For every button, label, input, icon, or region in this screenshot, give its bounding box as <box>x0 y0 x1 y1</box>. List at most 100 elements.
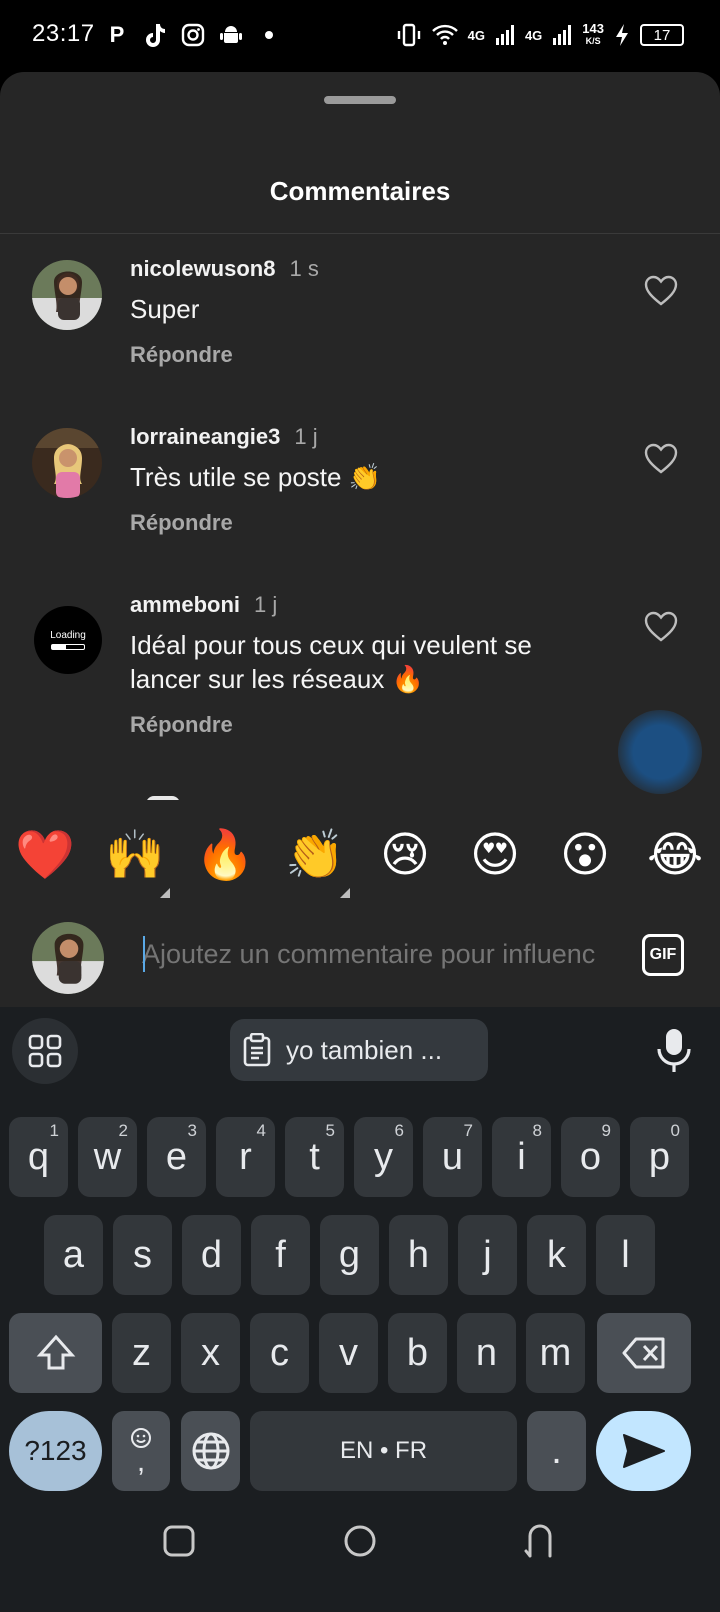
emoji-heart[interactable]: ❤️ <box>15 828 75 884</box>
key-hint: 3 <box>187 1121 197 1140</box>
emoji-raising-hands[interactable]: 🙌 <box>105 828 165 884</box>
key-s[interactable]: s <box>113 1215 172 1295</box>
key-e[interactable]: e3 <box>147 1117 206 1197</box>
keyboard-apps-button[interactable] <box>12 1018 78 1084</box>
back-icon[interactable] <box>524 1522 556 1558</box>
comment-username[interactable]: lorraineangie3 1 j <box>130 424 318 450</box>
key-hint: 0 <box>670 1121 680 1140</box>
emoji-fire[interactable]: 🔥 <box>195 828 255 884</box>
key-m[interactable]: m <box>526 1313 585 1393</box>
charging-icon <box>616 24 628 46</box>
emoji-laughing[interactable]: 😂 <box>645 828 705 884</box>
key-l[interactable]: l <box>596 1215 655 1295</box>
heart-icon[interactable] <box>644 442 678 476</box>
key-y[interactable]: y6 <box>354 1117 413 1197</box>
send-key[interactable] <box>596 1411 691 1491</box>
backspace-icon <box>622 1337 665 1369</box>
key-i[interactable]: i8 <box>492 1117 551 1197</box>
key-h[interactable]: h <box>389 1215 448 1295</box>
signal-icon-1 <box>495 25 514 45</box>
period-key[interactable]: . <box>527 1411 586 1491</box>
key-r[interactable]: r4 <box>216 1117 275 1197</box>
reply-button[interactable]: Répondre <box>130 712 233 738</box>
heart-icon[interactable] <box>644 274 678 308</box>
key-j[interactable]: j <box>458 1215 517 1295</box>
key-c[interactable]: c <box>250 1313 309 1393</box>
comment-username[interactable]: ammeboni 1 j <box>130 592 277 618</box>
space-key[interactable]: EN • FR <box>250 1411 517 1491</box>
key-hint: 1 <box>49 1121 59 1140</box>
key-n[interactable]: n <box>457 1313 516 1393</box>
emoji-crying[interactable]: 😢 <box>375 828 435 884</box>
comment-time: 1 j <box>294 424 318 449</box>
shift-key[interactable] <box>9 1313 102 1393</box>
emoji-variant-indicator <box>160 888 170 898</box>
keyboard-toolbar: yo tambien ... <box>0 1007 720 1091</box>
comment-username[interactable]: nicolewuson8 1 s <box>130 256 319 282</box>
clipboard-icon <box>243 1033 271 1067</box>
comment-item: lorraineangie3 1 j Très utile se poste 👏 … <box>0 420 720 570</box>
globe-icon <box>192 1432 229 1470</box>
reply-button[interactable]: Répondre <box>130 510 233 536</box>
language-key[interactable] <box>181 1411 240 1491</box>
my-avatar <box>32 922 104 994</box>
key-x[interactable]: x <box>181 1313 240 1393</box>
emoji-surprised[interactable]: 😮 <box>555 828 615 884</box>
backspace-key[interactable] <box>597 1313 691 1393</box>
network-label-1: 4G <box>467 27 485 43</box>
key-v[interactable]: v <box>319 1313 378 1393</box>
comment-item: nicolewuson8 1 s Super Répondre <box>0 252 720 402</box>
key-f[interactable]: f <box>251 1215 310 1295</box>
heart-icon[interactable] <box>644 610 678 644</box>
key-g[interactable]: g <box>320 1215 379 1295</box>
home-icon[interactable] <box>343 1524 377 1558</box>
text-caret <box>143 936 145 972</box>
avatar[interactable] <box>32 428 102 498</box>
emoji-bar: ❤️ 🙌 🔥 👏 😢 😍 😮 😂 <box>0 800 720 900</box>
network-speed: 143 K/S <box>582 21 604 46</box>
emoji-clapping[interactable]: 👏 <box>285 828 345 884</box>
reply-button[interactable]: Répondre <box>130 342 233 368</box>
avatar[interactable]: Loading <box>34 606 102 674</box>
key-k[interactable]: k <box>527 1215 586 1295</box>
key-d[interactable]: d <box>182 1215 241 1295</box>
comment-time: 1 s <box>289 256 319 281</box>
gif-button[interactable]: GIF <box>642 934 684 976</box>
battery-indicator: 17 <box>640 24 684 46</box>
key-u[interactable]: u7 <box>423 1117 482 1197</box>
comment-time: 1 j <box>254 592 278 617</box>
send-icon <box>622 1434 665 1468</box>
microphone-icon[interactable] <box>654 1027 694 1073</box>
emoji-variant-indicator <box>340 888 350 898</box>
emoji-heart-eyes[interactable]: 😍 <box>465 828 525 884</box>
comments-sheet: Commentaires nicolewuson8 1 s Super Répon… <box>0 72 720 1007</box>
key-hint: 4 <box>256 1121 266 1140</box>
loading-bar <box>51 644 85 650</box>
key-b[interactable]: b <box>388 1313 447 1393</box>
dot-icon <box>256 22 282 48</box>
clipboard-suggestion[interactable]: yo tambien ... <box>230 1019 488 1081</box>
key-w[interactable]: w2 <box>78 1117 137 1197</box>
comment-text: Idéal pour tous ceux qui veulent se lanc… <box>130 630 532 694</box>
touch-indicator <box>618 710 702 794</box>
status-bar: 23:17 P 4G 4G 143 K/S 17 <box>0 0 720 72</box>
signal-icon-2 <box>553 25 572 45</box>
emoji-comma-key[interactable]: , <box>112 1411 170 1491</box>
key-z[interactable]: z <box>112 1313 171 1393</box>
key-a[interactable]: a <box>44 1215 103 1295</box>
key-q[interactable]: q1 <box>9 1117 68 1197</box>
shift-icon <box>36 1334 75 1370</box>
key-p[interactable]: p0 <box>630 1117 689 1197</box>
divider <box>0 233 720 234</box>
key-t[interactable]: t5 <box>285 1117 344 1197</box>
comment-input[interactable] <box>142 934 610 974</box>
avatar[interactable] <box>32 260 102 330</box>
comment-text: Très utile se poste 👏 <box>130 462 382 492</box>
recents-icon[interactable] <box>163 1525 195 1557</box>
clipboard-text: yo tambien ... <box>286 1034 443 1065</box>
sheet-drag-handle[interactable] <box>324 96 396 104</box>
instagram-icon <box>180 22 206 48</box>
key-o[interactable]: o9 <box>561 1117 620 1197</box>
key-hint: 2 <box>118 1121 128 1140</box>
symbols-key[interactable]: ?123 <box>9 1411 102 1491</box>
